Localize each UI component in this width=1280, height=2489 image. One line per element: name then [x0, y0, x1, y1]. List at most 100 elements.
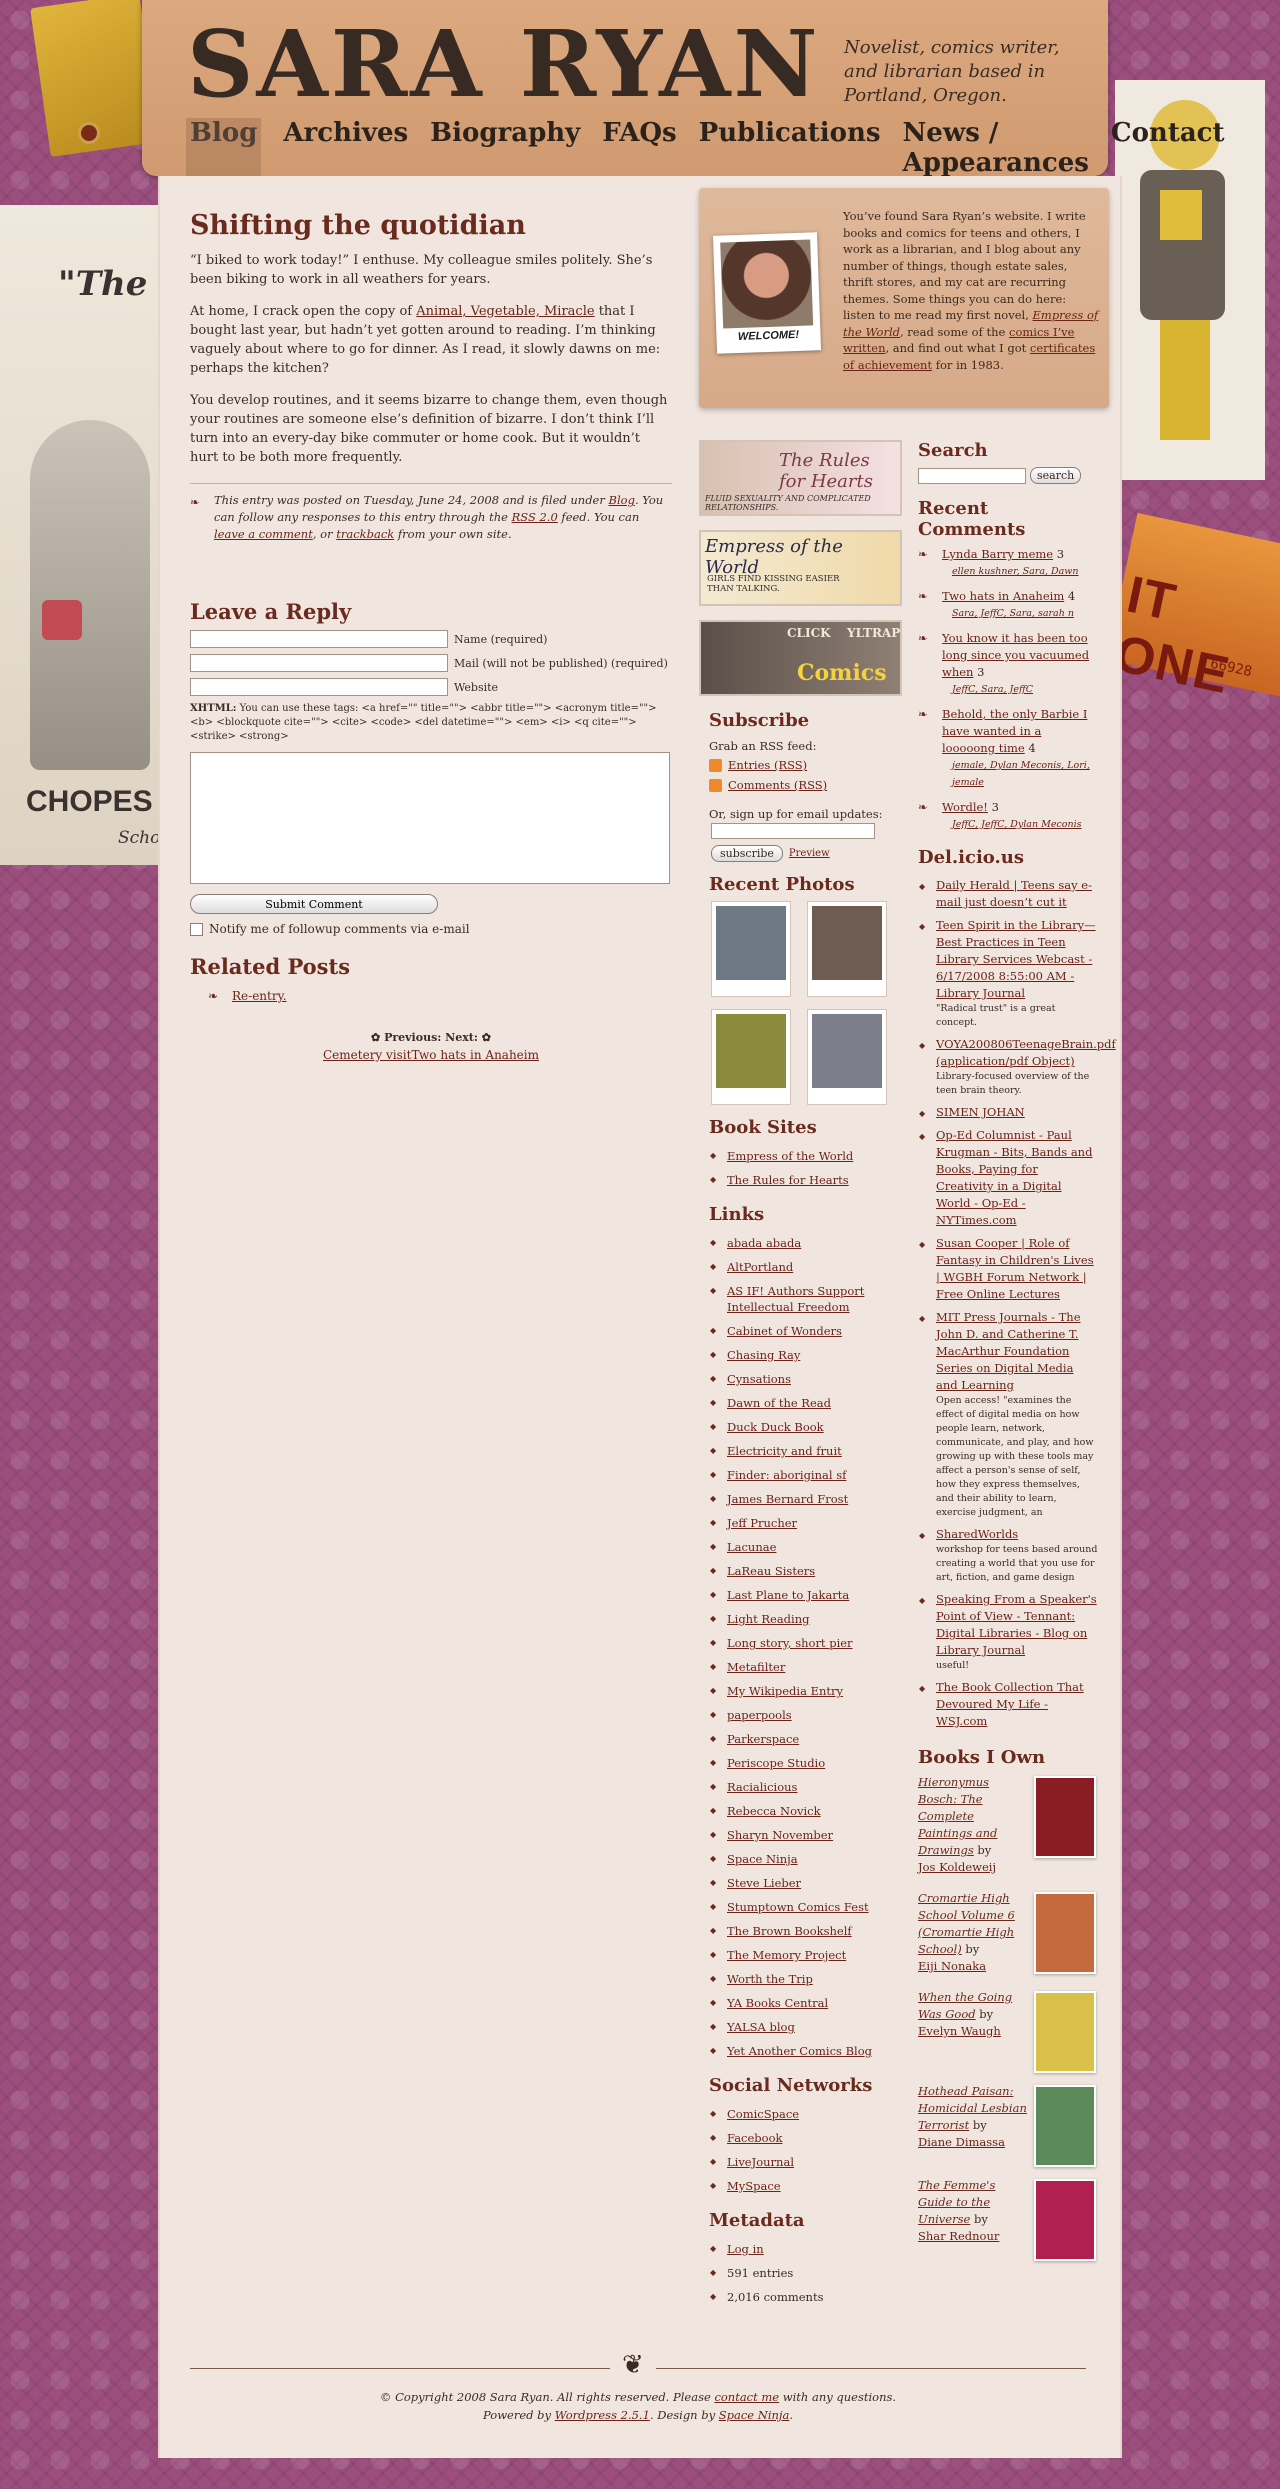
- link-link[interactable]: Dawn of the Read: [727, 1396, 831, 1410]
- link-link[interactable]: Yet Another Comics Blog: [727, 2044, 872, 2058]
- site-title[interactable]: SARA RYAN: [187, 10, 821, 118]
- next-post-link[interactable]: Two hats in Anaheim: [411, 1048, 539, 1062]
- link-link[interactable]: Electricity and fruit: [727, 1444, 842, 1458]
- recent-comment-link[interactable]: Wordle!: [942, 800, 988, 814]
- link-link[interactable]: Rebecca Novick: [727, 1804, 821, 1818]
- social-link[interactable]: ComicSpace: [727, 2107, 799, 2121]
- link-link[interactable]: paperpools: [727, 1708, 792, 1722]
- nav-news-appearances[interactable]: News / Appearances: [903, 118, 1089, 178]
- mail-field[interactable]: [190, 654, 448, 672]
- book-author-link[interactable]: Evelyn Waugh: [918, 2024, 1001, 2038]
- link-link[interactable]: Stumptown Comics Fest: [727, 1900, 869, 1914]
- email-input[interactable]: [711, 823, 875, 839]
- book-author-link[interactable]: Eiji Nonaka: [918, 1959, 986, 1973]
- book-link[interactable]: Animal, Vegetable, Miracle: [416, 304, 594, 319]
- entries-rss-link[interactable]: Entries (RSS): [728, 755, 807, 775]
- login-link[interactable]: Log in: [727, 2242, 764, 2256]
- photo-thumb[interactable]: [711, 901, 791, 997]
- wordpress-link[interactable]: Wordpress 2.5.1: [555, 2408, 650, 2422]
- delicious-link[interactable]: VOYA200806TeenageBrain.pdf (application/…: [936, 1037, 1116, 1068]
- photo-thumb[interactable]: [807, 1009, 887, 1105]
- book-site-link[interactable]: The Rules for Hearts: [727, 1173, 849, 1187]
- link-link[interactable]: Cynsations: [727, 1372, 791, 1386]
- book-cover[interactable]: [1034, 2085, 1096, 2167]
- recent-comment-link[interactable]: Behold, the only Barbie I have wanted in…: [942, 707, 1087, 755]
- link-link[interactable]: YALSA blog: [727, 2020, 795, 2034]
- link-link[interactable]: abada abada: [727, 1236, 801, 1250]
- delicious-link[interactable]: Speaking From a Speaker's Point of View …: [936, 1592, 1097, 1657]
- social-link[interactable]: MySpace: [727, 2179, 781, 2193]
- delicious-link[interactable]: Teen Spirit in the Library—Best Practice…: [936, 918, 1096, 1000]
- nav-biography[interactable]: Biography: [430, 118, 580, 178]
- commenters[interactable]: ellen kushner, Sara, Dawn: [952, 563, 1098, 580]
- photo-thumb[interactable]: [711, 1009, 791, 1105]
- recent-comment-link[interactable]: Two hats in Anaheim: [942, 589, 1064, 603]
- prev-post-link[interactable]: Cemetery visit: [323, 1048, 411, 1062]
- trackback-link[interactable]: trackback: [336, 527, 394, 541]
- delicious-link[interactable]: Susan Cooper | Role of Fantasy in Childr…: [936, 1236, 1094, 1301]
- book-title-link[interactable]: When the Going Was Good: [918, 1990, 1012, 2021]
- link-link[interactable]: Chasing Ray: [727, 1348, 800, 1362]
- delicious-link[interactable]: The Book Collection That Devoured My Lif…: [936, 1680, 1084, 1728]
- delicious-link[interactable]: Op-Ed Columnist - Paul Krugman - Bits, B…: [936, 1128, 1092, 1227]
- post-title[interactable]: Shifting the quotidian: [190, 210, 672, 241]
- delicious-link[interactable]: Daily Herald | Teens say e-mail just doe…: [936, 878, 1092, 909]
- recent-comment-link[interactable]: Lynda Barry meme: [942, 547, 1053, 561]
- link-link[interactable]: Finder: aboriginal sf: [727, 1468, 846, 1482]
- delicious-link[interactable]: SIMEN JOHAN: [936, 1105, 1025, 1119]
- comments-rss-link[interactable]: Comments (RSS): [728, 775, 827, 795]
- comics-banner[interactable]: CLICK YLTRAP Comics: [699, 620, 902, 696]
- social-link[interactable]: Facebook: [727, 2131, 782, 2145]
- link-link[interactable]: LaReau Sisters: [727, 1564, 815, 1578]
- nav-archives[interactable]: Archives: [283, 118, 408, 178]
- link-link[interactable]: The Brown Bookshelf: [727, 1924, 852, 1938]
- link-link[interactable]: Sharyn November: [727, 1828, 833, 1842]
- delicious-link[interactable]: MIT Press Journals - The John D. and Cat…: [936, 1310, 1081, 1392]
- book-site-link[interactable]: Empress of the World: [727, 1149, 853, 1163]
- link-link[interactable]: Duck Duck Book: [727, 1420, 824, 1434]
- link-link[interactable]: Jeff Prucher: [727, 1516, 797, 1530]
- delicious-link[interactable]: SharedWorlds: [936, 1527, 1018, 1541]
- link-link[interactable]: James Bernard Frost: [727, 1492, 848, 1506]
- link-link[interactable]: My Wikipedia Entry: [727, 1684, 843, 1698]
- link-link[interactable]: Last Plane to Jakarta: [727, 1588, 849, 1602]
- book-cover[interactable]: [1034, 2179, 1096, 2261]
- link-link[interactable]: Lacunae: [727, 1540, 776, 1554]
- subscribe-button[interactable]: subscribe: [711, 845, 783, 862]
- link-link[interactable]: AS IF! Authors Support Intellectual Free…: [727, 1284, 864, 1314]
- link-link[interactable]: Long story, short pier: [727, 1636, 853, 1650]
- commenters[interactable]: jemale, Dylan Meconis, Lori, jemale: [952, 757, 1098, 791]
- link-link[interactable]: Racialicious: [727, 1780, 797, 1794]
- book-author-link[interactable]: Jos Koldeweij: [918, 1860, 996, 1874]
- link-link[interactable]: Steve Lieber: [727, 1876, 801, 1890]
- link-link[interactable]: Cabinet of Wonders: [727, 1324, 842, 1338]
- contact-link[interactable]: contact me: [714, 2390, 779, 2404]
- link-link[interactable]: The Memory Project: [727, 1948, 846, 1962]
- submit-comment-button[interactable]: Submit Comment: [190, 894, 438, 914]
- preview-link[interactable]: Preview: [789, 848, 830, 859]
- space-ninja-link[interactable]: Space Ninja: [719, 2408, 790, 2422]
- nav-faqs[interactable]: FAQs: [602, 118, 676, 178]
- leave-comment-link[interactable]: leave a comment: [214, 527, 313, 541]
- commenters[interactable]: JeffC, JeffC, Dylan Meconis: [952, 816, 1098, 833]
- nav-contact[interactable]: Contact: [1111, 118, 1225, 178]
- link-link[interactable]: Metafilter: [727, 1660, 785, 1674]
- name-field[interactable]: [190, 630, 448, 648]
- book-cover[interactable]: [1034, 1776, 1096, 1858]
- commenters[interactable]: Sara, JeffC, Sara, sarah n: [952, 605, 1098, 622]
- link-link[interactable]: AltPortland: [727, 1260, 793, 1274]
- link-link[interactable]: Parkerspace: [727, 1732, 799, 1746]
- link-link[interactable]: YA Books Central: [727, 1996, 828, 2010]
- notify-checkbox[interactable]: [190, 922, 203, 936]
- comment-textarea[interactable]: [190, 752, 670, 884]
- book-cover[interactable]: [1034, 1991, 1096, 2073]
- photo-thumb[interactable]: [807, 901, 887, 997]
- search-input[interactable]: [918, 467, 1026, 484]
- book-author-link[interactable]: Diane Dimassa: [918, 2135, 1005, 2149]
- website-field[interactable]: [190, 678, 448, 696]
- link-link[interactable]: Worth the Trip: [727, 1972, 813, 1986]
- commenters[interactable]: JeffC, Sara, JeffC: [952, 681, 1098, 698]
- social-link[interactable]: LiveJournal: [727, 2155, 794, 2169]
- recent-comment-link[interactable]: You know it has been too long since you …: [942, 631, 1089, 679]
- nav-blog[interactable]: Blog: [186, 118, 262, 178]
